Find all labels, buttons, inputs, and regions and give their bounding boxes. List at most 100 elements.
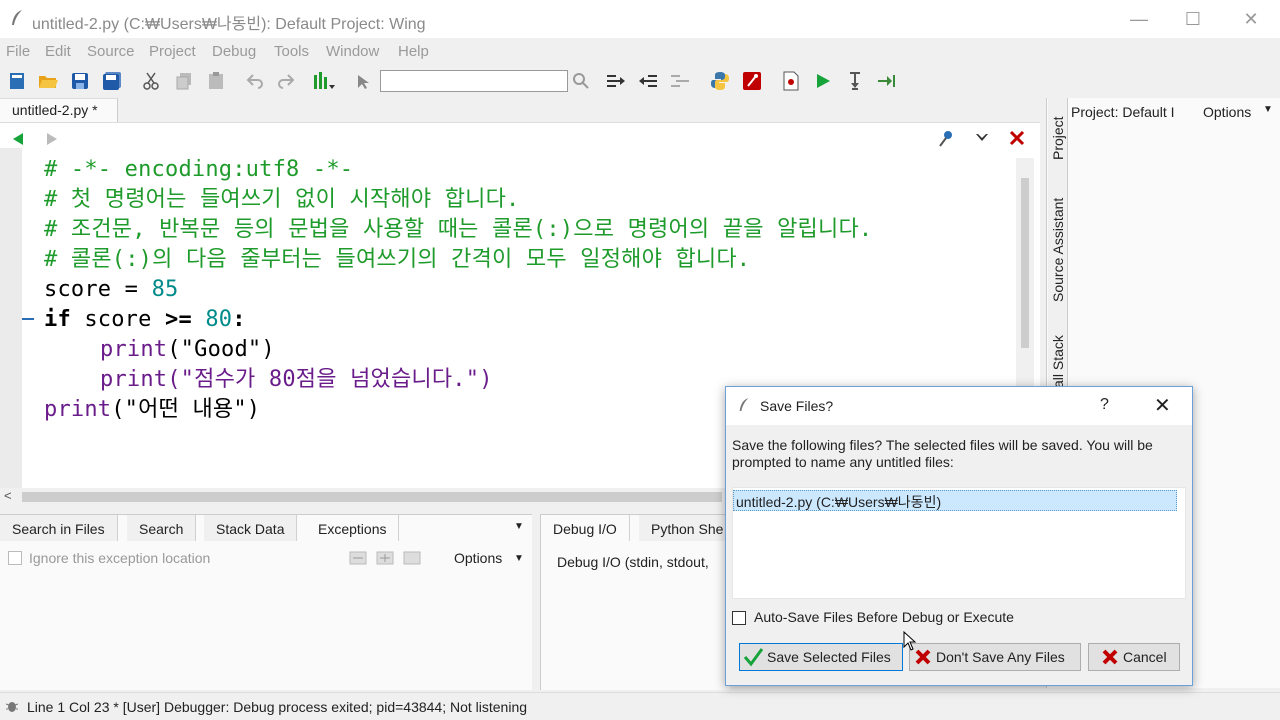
code-token: ("점수가 80점을 넘었습니다.") bbox=[167, 367, 493, 392]
breakpoint-file-icon[interactable] bbox=[780, 70, 802, 92]
ignore-exception-checkbox[interactable] bbox=[8, 551, 22, 565]
open-folder-icon[interactable] bbox=[37, 70, 59, 92]
debug-probe-icon[interactable] bbox=[741, 70, 763, 92]
indent-guides-icon[interactable] bbox=[313, 70, 335, 92]
collapse-icon[interactable] bbox=[376, 551, 394, 568]
project-options-button[interactable]: Options bbox=[1203, 104, 1251, 120]
vtab-label: all Stack bbox=[1050, 335, 1066, 388]
step-into-icon[interactable] bbox=[845, 70, 867, 92]
copy-icon[interactable] bbox=[173, 70, 195, 92]
autosave-checkbox[interactable] bbox=[732, 611, 746, 625]
pointer-search-icon[interactable] bbox=[352, 70, 374, 92]
cancel-button[interactable]: Cancel bbox=[1088, 643, 1180, 671]
title-bar: untitled-2.py (C:₩Users₩나동빈): Default Pr… bbox=[0, 0, 1280, 38]
indent-icon[interactable] bbox=[605, 70, 627, 92]
tool-panel-right: Debug I/O Python She Debug I/O (stdin, s… bbox=[540, 514, 737, 690]
cut-icon[interactable] bbox=[140, 70, 162, 92]
code-line-7: print("Good") bbox=[100, 335, 275, 365]
code-token: print bbox=[100, 337, 168, 362]
scrollbar-thumb[interactable] bbox=[22, 492, 722, 502]
code-line-8: print("점수가 80점을 넘었습니다.") bbox=[100, 365, 493, 395]
menu-debug[interactable]: Debug bbox=[212, 43, 256, 60]
menu-tools[interactable]: Tools bbox=[274, 43, 309, 60]
dropdown-arrow-icon[interactable]: ▼ bbox=[514, 553, 524, 564]
menu-window[interactable]: Window bbox=[326, 43, 379, 60]
status-bar: Line 1 Col 23 * [User] Debugger: Debug p… bbox=[0, 692, 1280, 720]
dialog-close-button[interactable]: ✕ bbox=[1154, 393, 1171, 418]
close-window-button[interactable]: ✕ bbox=[1228, 6, 1274, 32]
code-token: >= bbox=[165, 307, 192, 332]
tab-search[interactable]: Search bbox=[127, 515, 197, 541]
scroll-left-icon[interactable]: < bbox=[4, 488, 12, 503]
code-token: score bbox=[44, 277, 112, 302]
save-files-dialog: Save Files? ? ✕ Save the following files… bbox=[725, 386, 1193, 686]
code-line-6: if score >= 80: bbox=[44, 305, 246, 335]
clear-icon[interactable] bbox=[403, 551, 421, 568]
tab-search-in-files[interactable]: Search in Files bbox=[0, 515, 118, 541]
vtab-project[interactable]: Project bbox=[1048, 98, 1068, 174]
menu-source[interactable]: Source bbox=[87, 43, 135, 60]
help-button[interactable]: ? bbox=[1100, 396, 1109, 414]
redo-icon[interactable] bbox=[275, 70, 297, 92]
tab-python-shell[interactable]: Python She bbox=[639, 515, 737, 541]
code-token: : bbox=[232, 307, 246, 332]
file-list[interactable]: untitled-2.py (C:₩Users₩나동빈) bbox=[732, 487, 1186, 599]
save-selected-files-button[interactable]: Save Selected Files bbox=[739, 643, 903, 671]
vtab-label: Project bbox=[1050, 116, 1066, 160]
dropdown-arrow-icon[interactable]: ▼ bbox=[1263, 104, 1273, 115]
file-name: untitled-2.py (C:₩Users₩나동빈) bbox=[736, 494, 942, 510]
scrollbar-thumb[interactable] bbox=[1021, 178, 1029, 348]
toolbar bbox=[0, 64, 1280, 98]
paste-icon[interactable] bbox=[205, 70, 227, 92]
dialog-title-bar: Save Files? ? ✕ bbox=[726, 387, 1192, 425]
editor-tab-label: untitled-2.py * bbox=[12, 102, 98, 118]
tab-stack-data[interactable]: Stack Data bbox=[204, 515, 298, 541]
mouse-cursor-icon bbox=[903, 630, 917, 654]
check-icon bbox=[743, 647, 763, 667]
vtab-source-assistant[interactable]: Source Assistant bbox=[1048, 174, 1068, 320]
code-line-4: # 콜론(:)의 다음 줄부터는 들여쓰기의 간격이 모두 일정해야 합니다. bbox=[44, 247, 751, 272]
undo-icon[interactable] bbox=[244, 70, 266, 92]
save-selected-label: Save Selected Files bbox=[767, 649, 891, 665]
cancel-label: Cancel bbox=[1123, 649, 1167, 665]
dont-save-button[interactable]: Don't Save Any Files bbox=[909, 643, 1081, 671]
minimize-button[interactable]: — bbox=[1116, 6, 1162, 32]
save-icon[interactable] bbox=[69, 70, 91, 92]
dropdown-arrow-icon[interactable]: ▼ bbox=[514, 521, 524, 532]
dialog-title: Save Files? bbox=[760, 398, 834, 414]
debug-io-text: Debug I/O (stdin, stdout, bbox=[557, 554, 709, 570]
menu-edit[interactable]: Edit bbox=[45, 43, 71, 60]
editor-tab[interactable]: untitled-2.py * bbox=[0, 98, 118, 122]
bug-icon bbox=[4, 698, 20, 717]
project-label: Project: Default I bbox=[1071, 104, 1175, 120]
expand-icon[interactable] bbox=[349, 551, 367, 568]
close-editor-icon[interactable] bbox=[1008, 129, 1026, 150]
tab-debug-io[interactable]: Debug I/O bbox=[541, 515, 630, 541]
forward-arrow-icon[interactable] bbox=[44, 131, 60, 150]
code-line-9: print("어떤 내용") bbox=[44, 395, 260, 425]
tab-exceptions[interactable]: Exceptions bbox=[306, 515, 400, 541]
menu-project[interactable]: Project bbox=[149, 43, 196, 60]
pin-icon[interactable] bbox=[937, 129, 955, 152]
editor-gutter bbox=[0, 148, 22, 488]
menu-file[interactable]: File bbox=[6, 43, 30, 60]
chevron-down-icon[interactable] bbox=[974, 131, 990, 148]
step-out-icon[interactable] bbox=[876, 70, 898, 92]
python-shell-icon[interactable] bbox=[709, 70, 731, 92]
file-list-item[interactable]: untitled-2.py (C:₩Users₩나동빈) bbox=[733, 490, 1177, 511]
save-all-icon[interactable] bbox=[101, 70, 123, 92]
exceptions-options-button[interactable]: Options bbox=[454, 550, 502, 566]
code-token: 80 bbox=[191, 307, 233, 332]
toolbar-search-input[interactable] bbox=[380, 70, 568, 92]
status-text: Line 1 Col 23 * [User] Debugger: Debug p… bbox=[27, 699, 528, 715]
indent-to-match-icon[interactable] bbox=[669, 70, 691, 92]
dont-save-label: Don't Save Any Files bbox=[936, 649, 1065, 665]
search-icon[interactable] bbox=[570, 70, 592, 92]
new-file-icon[interactable] bbox=[6, 70, 28, 92]
outdent-icon[interactable] bbox=[637, 70, 659, 92]
code-token: if bbox=[44, 307, 71, 332]
menu-help[interactable]: Help bbox=[398, 43, 429, 60]
run-debug-icon[interactable] bbox=[812, 70, 834, 92]
maximize-button[interactable]: ☐ bbox=[1170, 6, 1216, 32]
fold-marker-icon[interactable] bbox=[22, 318, 34, 320]
